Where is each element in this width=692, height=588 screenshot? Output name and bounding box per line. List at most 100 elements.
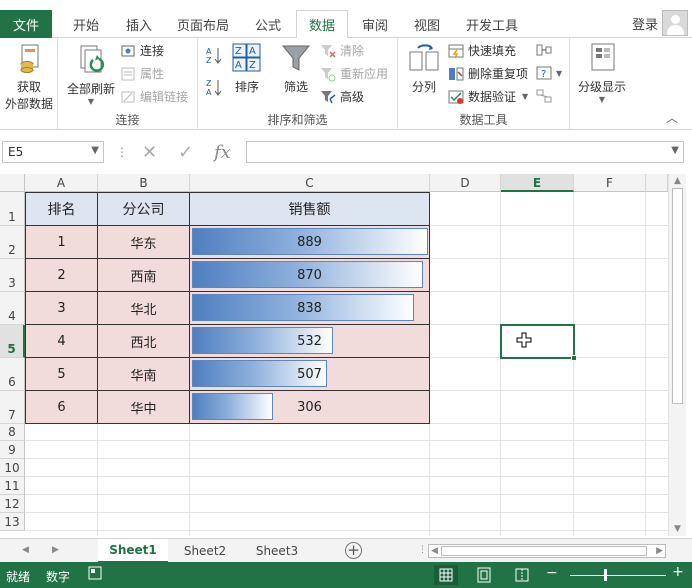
tab-review[interactable]: 审阅 xyxy=(352,10,398,38)
cell-rank[interactable]: 5 xyxy=(25,358,98,391)
next-sheet-icon[interactable]: ▶ xyxy=(52,545,59,555)
row-header-7[interactable]: 7 xyxy=(0,391,25,424)
vertical-scrollbar[interactable]: ▲ ▼ xyxy=(668,174,686,536)
header-branch[interactable]: 分公司 xyxy=(98,192,190,226)
login-link[interactable]: 登录 xyxy=(632,14,658,33)
column-header-a[interactable]: A xyxy=(25,174,98,192)
cell-sales[interactable]: 838 xyxy=(190,292,430,325)
selected-cell[interactable] xyxy=(500,324,577,361)
column-header-partial[interactable] xyxy=(646,174,668,192)
cell-sales[interactable]: 889 xyxy=(190,226,430,259)
row-header-6[interactable]: 6 xyxy=(0,358,25,391)
sheet-split-icon[interactable]: ⋮ xyxy=(418,545,427,555)
row-header-13[interactable]: 13 xyxy=(0,513,25,531)
worksheet-grid[interactable]: A B C D E F 1 2 3 4 5 6 7 8 9 10 11 12 13 排名 分公司 销售额 1 华东 889 2 西南… xyxy=(0,174,668,536)
column-header-e[interactable]: E xyxy=(501,174,574,192)
horizontal-scroll-thumb[interactable] xyxy=(441,546,647,556)
row-header-10[interactable]: 10 xyxy=(0,459,25,477)
page-break-view-icon[interactable] xyxy=(510,565,534,585)
insert-function-icon[interactable]: fx xyxy=(214,142,231,163)
fill-handle[interactable] xyxy=(571,355,577,361)
prev-sheet-icon[interactable]: ◀ xyxy=(22,545,29,555)
clear-filter-button[interactable]: 清除 xyxy=(320,42,364,59)
formula-options-icon[interactable]: ⋮ xyxy=(116,145,128,159)
scroll-up-icon[interactable]: ▲ xyxy=(674,176,681,186)
cell-branch[interactable]: 华中 xyxy=(98,391,190,424)
cell-rank[interactable]: 2 xyxy=(25,259,98,292)
cell-sales[interactable]: 870 xyxy=(190,259,430,292)
header-sales[interactable]: 销售额 xyxy=(190,192,430,226)
row-header-5[interactable]: 5 xyxy=(0,325,25,358)
row-header-9[interactable]: 9 xyxy=(0,441,25,459)
properties-button[interactable]: 属性 xyxy=(120,65,164,82)
cell-branch[interactable]: 西南 xyxy=(98,259,190,292)
refresh-all-button[interactable]: 全部刷新 ▼ xyxy=(62,44,120,106)
text-to-columns-button[interactable]: 分列 xyxy=(404,42,444,95)
consolidate-button[interactable] xyxy=(536,42,556,58)
tab-formulas[interactable]: 公式 xyxy=(244,10,292,38)
expand-formula-icon[interactable]: ▼ xyxy=(671,145,679,156)
add-sheet-icon[interactable]: + xyxy=(345,542,362,559)
tab-developer[interactable]: 开发工具 xyxy=(456,10,528,38)
enter-icon[interactable]: ✓ xyxy=(178,142,193,163)
tab-data[interactable]: 数据 xyxy=(296,10,348,39)
tab-insert[interactable]: 插入 xyxy=(114,10,164,38)
column-header-f[interactable]: F xyxy=(574,174,646,192)
header-rank[interactable]: 排名 xyxy=(25,192,98,226)
reapply-button[interactable]: 重新应用 xyxy=(320,65,388,82)
edit-links-button[interactable]: 编辑链接 xyxy=(120,88,188,105)
cell-branch[interactable]: 华东 xyxy=(98,226,190,259)
connections-button[interactable]: 连接 xyxy=(120,42,164,59)
sheet-tab-3[interactable]: Sheet3 xyxy=(242,539,312,563)
scroll-left-icon[interactable]: ◀ xyxy=(431,546,438,556)
zoom-slider-thumb[interactable] xyxy=(604,569,607,581)
row-header-2[interactable]: 2 xyxy=(0,226,25,259)
select-all-corner[interactable] xyxy=(0,174,25,192)
filter-button[interactable]: 筛选 xyxy=(276,42,316,95)
outline-button[interactable]: 分级显示 ▼ xyxy=(572,42,632,104)
page-layout-view-icon[interactable] xyxy=(472,565,496,585)
tab-home[interactable]: 开始 xyxy=(60,10,112,38)
zoom-in-icon[interactable]: + xyxy=(672,564,684,580)
column-header-b[interactable]: B xyxy=(98,174,190,192)
cell-sales[interactable]: 306 xyxy=(190,391,430,424)
cell-branch[interactable]: 华北 xyxy=(98,292,190,325)
row-header-11[interactable]: 11 xyxy=(0,477,25,495)
cell-rank[interactable]: 4 xyxy=(25,325,98,358)
scroll-down-icon[interactable]: ▼ xyxy=(674,524,681,534)
column-header-d[interactable]: D xyxy=(430,174,501,192)
cell-branch[interactable]: 西北 xyxy=(98,325,190,358)
sheet-tab-2[interactable]: Sheet2 xyxy=(170,539,240,563)
scroll-right-icon[interactable]: ▶ xyxy=(656,546,663,556)
flash-fill-button[interactable]: 快速填充 xyxy=(448,42,516,59)
get-external-data-button[interactable]: 获取 外部数据 xyxy=(2,42,56,112)
horizontal-scrollbar[interactable]: ◀ ▶ xyxy=(428,544,666,558)
tab-view[interactable]: 视图 xyxy=(404,10,450,38)
sheet-tab-1[interactable]: Sheet1 xyxy=(98,539,168,563)
vertical-scroll-thumb[interactable] xyxy=(672,188,683,404)
what-if-button[interactable]: ? ▼ xyxy=(536,65,562,81)
data-validation-button[interactable]: 数据验证 ▼ xyxy=(448,88,528,105)
relationships-button[interactable] xyxy=(536,88,556,104)
cell-rank[interactable]: 1 xyxy=(25,226,98,259)
column-header-c[interactable]: C xyxy=(190,174,430,192)
remove-duplicates-button[interactable]: 删除重复项 xyxy=(448,65,528,82)
avatar[interactable] xyxy=(662,10,688,36)
cell-rank[interactable]: 6 xyxy=(25,391,98,424)
name-box[interactable]: E5 ▼ xyxy=(2,141,104,163)
tab-page-layout[interactable]: 页面布局 xyxy=(168,10,238,38)
tab-file[interactable]: 文件 xyxy=(0,10,52,38)
normal-view-icon[interactable] xyxy=(434,565,458,585)
row-header-12[interactable]: 12 xyxy=(0,495,25,513)
row-header-3[interactable]: 3 xyxy=(0,259,25,292)
row-header-4[interactable]: 4 xyxy=(0,292,25,325)
zoom-out-icon[interactable]: − xyxy=(546,565,558,581)
formula-input[interactable]: ▼ xyxy=(246,141,684,163)
zoom-slider-track[interactable] xyxy=(570,575,666,576)
sort-ascending-button[interactable]: AZ xyxy=(206,46,226,65)
cancel-icon[interactable]: ✕ xyxy=(142,142,157,163)
row-header-8[interactable]: 8 xyxy=(0,424,25,441)
cell-rank[interactable]: 3 xyxy=(25,292,98,325)
advanced-filter-button[interactable]: 高级 xyxy=(320,88,364,105)
sort-descending-button[interactable]: ZA xyxy=(206,78,226,97)
